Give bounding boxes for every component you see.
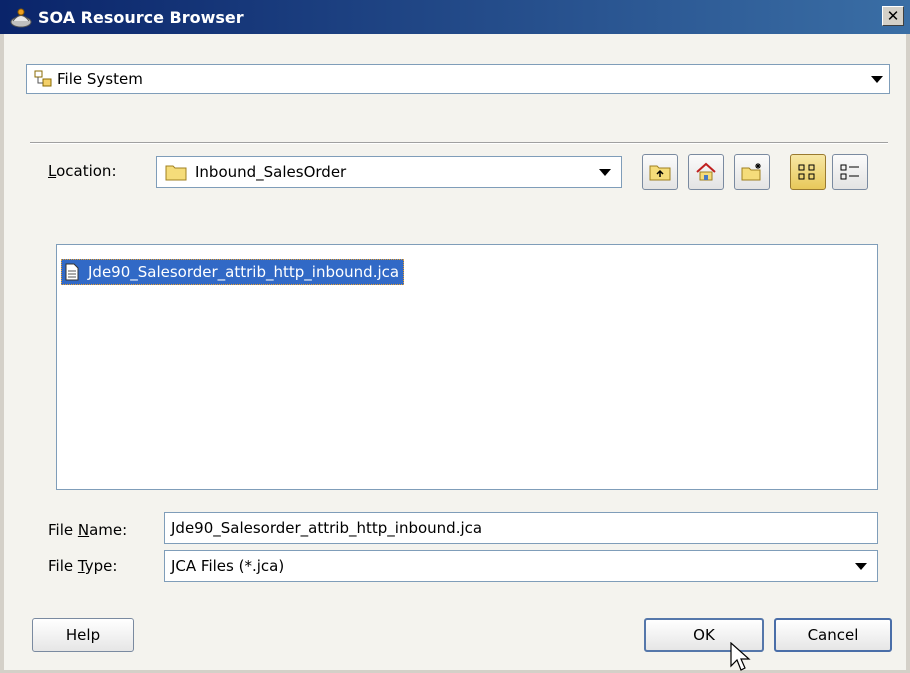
file-list[interactable]: Jde90_Salesorder_attrib_http_inbound.jca — [56, 244, 878, 490]
title-bar: SOA Resource Browser ✕ — [0, 0, 910, 34]
home-button[interactable] — [688, 154, 724, 190]
list-view-button[interactable] — [790, 154, 826, 190]
chevron-down-icon — [871, 76, 883, 83]
source-dropdown[interactable]: File System — [26, 64, 890, 94]
file-type-value: JCA Files (*.jca) — [171, 557, 285, 575]
location-dropdown[interactable]: Inbound_SalesOrder — [156, 156, 622, 188]
cancel-button[interactable]: Cancel — [774, 618, 892, 652]
source-value: File System — [57, 70, 143, 88]
list-view-icon — [798, 164, 815, 180]
list-item[interactable]: Jde90_Salesorder_attrib_http_inbound.jca — [61, 259, 405, 285]
chevron-down-icon — [855, 563, 867, 570]
home-icon — [696, 162, 716, 181]
mouse-cursor-icon — [730, 642, 751, 671]
file-system-icon — [34, 70, 52, 87]
details-view-icon — [840, 164, 859, 180]
new-folder-icon — [741, 163, 761, 181]
file-type-label: File Type: — [48, 557, 118, 575]
soa-app-icon — [10, 8, 32, 28]
details-view-button[interactable] — [832, 154, 868, 190]
file-name-value: Jde90_Salesorder_attrib_http_inbound.jca — [171, 519, 483, 537]
file-type-dropdown[interactable]: JCA Files (*.jca) — [164, 550, 878, 582]
folder-icon — [165, 165, 187, 181]
chevron-down-icon — [599, 169, 611, 176]
file-name: Jde90_Salesorder_attrib_http_inbound.jca — [88, 263, 400, 281]
close-button[interactable]: ✕ — [882, 6, 904, 26]
file-name-label: File Name: — [48, 521, 128, 539]
close-icon: ✕ — [886, 7, 900, 25]
dialog-body: File System Location: Inbound_SalesOrder — [4, 34, 906, 670]
new-folder-button[interactable] — [734, 154, 770, 190]
file-icon — [65, 263, 79, 281]
up-folder-button[interactable] — [642, 154, 678, 190]
location-label: Location: — [48, 162, 117, 180]
help-button[interactable]: Help — [32, 618, 134, 652]
up-folder-icon — [649, 165, 671, 181]
separator — [30, 142, 888, 144]
location-value: Inbound_SalesOrder — [195, 163, 347, 181]
window-title: SOA Resource Browser — [38, 7, 244, 27]
file-name-field[interactable]: Jde90_Salesorder_attrib_http_inbound.jca — [164, 512, 878, 544]
